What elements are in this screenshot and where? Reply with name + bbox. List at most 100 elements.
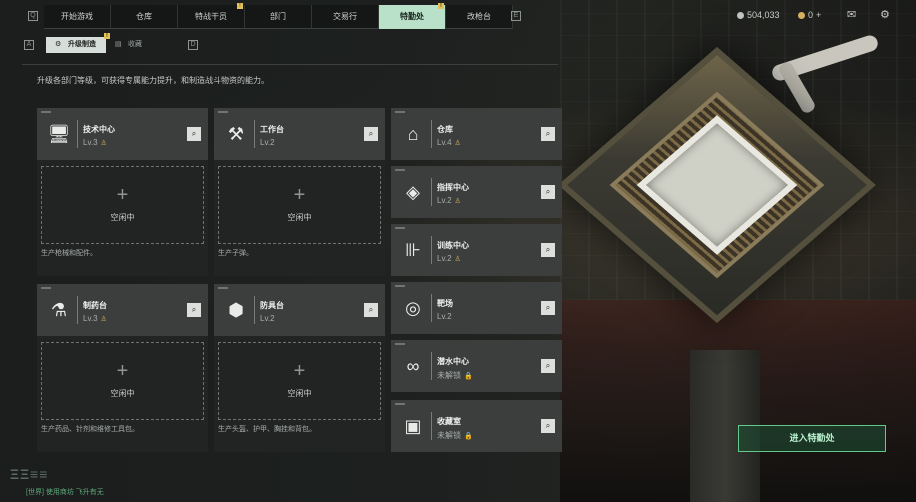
facility-name: 收藏室 xyxy=(437,417,461,426)
production-slot[interactable]: + 空闲中 xyxy=(218,166,381,244)
add-gold-button[interactable]: + xyxy=(816,10,821,20)
separator xyxy=(254,120,255,148)
tab-label: 特战干员 xyxy=(195,12,227,21)
game-logo: ΞΞ≡≡ xyxy=(10,466,49,482)
corner-decoration xyxy=(395,285,405,287)
card-header[interactable]: ⚒ 工作台 Lv.2 ⌕ xyxy=(214,108,385,160)
level-text: Lv.4 xyxy=(437,138,452,147)
level-text: 未解锁 xyxy=(437,431,461,440)
facility-card-command-center[interactable]: ◈ 指挥中心 Lv.2 ♙ ⌕ xyxy=(391,166,562,218)
separator xyxy=(254,296,255,324)
facility-card-warehouse[interactable]: ⌂ 仓库 Lv.4 ♙ ⌕ xyxy=(391,108,562,160)
facility-level: Lv.3 ♙ xyxy=(83,138,107,147)
search-icon[interactable]: ⌕ xyxy=(187,127,201,141)
separator xyxy=(431,178,432,206)
facility-level: 未解锁 🔒 xyxy=(437,370,473,381)
medal-icon: ♙ xyxy=(100,140,107,147)
tab-operators[interactable]: 特战干员! xyxy=(178,3,245,29)
facility-level: Lv.2 xyxy=(260,138,275,147)
tab-special-ops[interactable]: 特勤处! xyxy=(379,3,446,29)
facility-card-collection-room[interactable]: ▣ 收藏室 未解锁 🔒 ⌕ xyxy=(391,400,562,452)
search-icon[interactable]: ⌕ xyxy=(541,243,555,257)
search-icon[interactable]: ⌕ xyxy=(541,185,555,199)
plus-icon: + xyxy=(116,360,129,382)
tab-label: 交易行 xyxy=(333,12,357,21)
production-slot[interactable]: + 空闲中 xyxy=(41,166,204,244)
search-icon[interactable]: ⌕ xyxy=(187,303,201,317)
top-navigation: Q 开始游戏 仓库 特战干员! 部门 交易行 特勤处! 改枪台 E 504,03… xyxy=(0,0,916,30)
search-icon[interactable]: ⌕ xyxy=(364,127,378,141)
subtab-collection[interactable]: ▤ 收藏 xyxy=(106,37,178,53)
facility-card-workbench[interactable]: ⚒ 工作台 Lv.2 ⌕ + 空闲中 生产子弹。 xyxy=(214,108,385,276)
search-icon[interactable]: ⌕ xyxy=(541,359,555,373)
search-icon[interactable]: ⌕ xyxy=(364,303,378,317)
tab-department[interactable]: 部门 xyxy=(245,5,312,29)
corner-decoration xyxy=(395,227,405,229)
tab-label: 仓库 xyxy=(136,12,152,21)
search-icon[interactable]: ⌕ xyxy=(541,301,555,315)
facility-description: 生产枪械和配件。 xyxy=(41,250,97,257)
facility-level: Lv.2 ♙ xyxy=(437,254,461,263)
silver-currency[interactable]: 504,033 xyxy=(737,10,780,20)
facility-description: 生产头盔、护甲、胸挂和背包。 xyxy=(218,426,316,433)
facility-name: 指挥中心 xyxy=(437,183,469,192)
level-text: Lv.3 xyxy=(83,138,98,147)
subtab-next-key[interactable]: D xyxy=(188,40,198,50)
card-header[interactable]: ⬢ 防具台 Lv.2 ⌕ xyxy=(214,284,385,336)
display-case-icon: ▣ xyxy=(404,416,422,436)
facility-card-diving-center[interactable]: ∞ 潜水中心 未解锁 🔒 ⌕ xyxy=(391,340,562,392)
medal-icon: ♙ xyxy=(454,140,461,147)
page-description: 升级各部门等级，可获得专属能力提升，和制造战斗物资的能力。 xyxy=(37,76,269,85)
card-header[interactable]: 🖥 技术中心 Lv.3 ♙ ⌕ xyxy=(37,108,208,160)
facility-card-shooting-range[interactable]: ◎ 靶场 Lv.2 ⌕ xyxy=(391,282,562,334)
slot-status: 空闲中 xyxy=(287,389,312,398)
nav-next-key[interactable]: E xyxy=(511,11,521,21)
search-icon[interactable]: ⌕ xyxy=(541,127,555,141)
silver-amount: 504,033 xyxy=(747,10,780,20)
card-header[interactable]: ⚗ 制药台 Lv.3 ♙ ⌕ xyxy=(37,284,208,336)
tab-start-game[interactable]: 开始游戏 xyxy=(44,5,111,29)
silver-coin-icon xyxy=(737,11,744,19)
level-text: Lv.2 xyxy=(260,314,275,323)
lock-icon: 🔒 xyxy=(464,433,473,440)
separator xyxy=(431,120,432,148)
tab-label: 开始游戏 xyxy=(61,12,93,21)
corner-decoration xyxy=(395,403,405,405)
facility-card-armor-bench[interactable]: ⬢ 防具台 Lv.2 ⌕ + 空闲中 生产头盔、护甲、胸挂和背包。 xyxy=(214,284,385,452)
corner-decoration xyxy=(395,343,405,345)
subtab-prev-key[interactable]: A xyxy=(24,40,34,50)
facility-level: Lv.3 ♙ xyxy=(83,314,107,323)
settings-gear-icon[interactable]: ⚙ xyxy=(880,8,890,21)
gold-coin-icon xyxy=(798,11,805,19)
search-icon[interactable]: ⌕ xyxy=(541,419,555,433)
facility-card-tech-center[interactable]: 🖥 技术中心 Lv.3 ♙ ⌕ + 空闲中 生产枪械和配件。 xyxy=(37,108,208,276)
facility-card-training-center[interactable]: ⊪ 训练中心 Lv.2 ♙ ⌕ xyxy=(391,224,562,276)
tab-warehouse[interactable]: 仓库 xyxy=(111,5,178,29)
facility-level: Lv.4 ♙ xyxy=(437,138,461,147)
level-text: Lv.2 xyxy=(437,312,452,321)
plus-icon: + xyxy=(293,184,306,206)
corner-decoration xyxy=(218,287,228,289)
subtab-upgrade-manufacture[interactable]: ⚙ 升级制造 ! xyxy=(46,33,110,53)
medal-icon: ♙ xyxy=(100,316,107,323)
tab-market[interactable]: 交易行 xyxy=(312,5,379,29)
level-text: Lv.2 xyxy=(437,254,452,263)
level-text: Lv.2 xyxy=(437,196,452,205)
tab-gunsmith[interactable]: 改枪台 xyxy=(446,5,513,29)
production-slot[interactable]: + 空闲中 xyxy=(218,342,381,420)
chat-message[interactable]: [世界] 使用商坊 飞升有无 xyxy=(26,487,104,497)
tab-label: 特勤处 xyxy=(400,12,424,21)
production-slot[interactable]: + 空闲中 xyxy=(41,342,204,420)
facility-level: Lv.2 xyxy=(437,312,452,321)
gold-currency[interactable]: 0 + xyxy=(798,10,821,20)
enter-special-ops-button[interactable]: 进入特勤处 xyxy=(738,425,886,452)
facility-description: 生产药品、针剂和维修工具包。 xyxy=(41,426,139,433)
warehouse-icon: ⌂ xyxy=(407,124,419,144)
facility-card-pharmacy[interactable]: ⚗ 制药台 Lv.3 ♙ ⌕ + 空闲中 生产药品、针剂和维修工具包。 xyxy=(37,284,208,452)
facility-level: Lv.2 ♙ xyxy=(437,196,461,205)
armor-boxes-icon: ⬢ xyxy=(228,300,244,320)
mail-icon[interactable]: ✉ xyxy=(847,8,856,21)
facility-name: 潜水中心 xyxy=(437,357,469,366)
nav-prev-key[interactable]: Q xyxy=(28,11,38,21)
divider xyxy=(22,64,558,65)
